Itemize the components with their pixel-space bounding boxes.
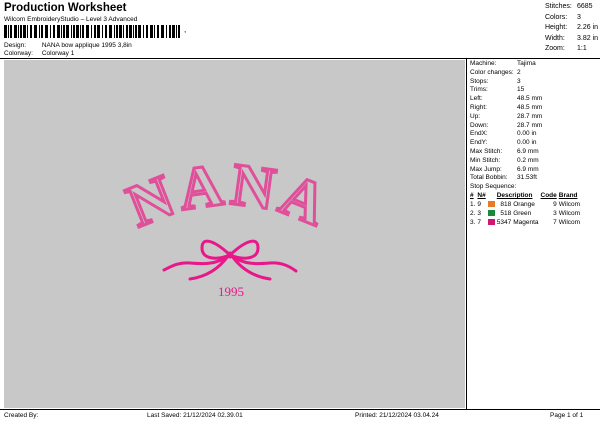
stats-panel: Stitches: 6685 Colors: 3 Height: 2.26 in Wi…	[545, 2, 598, 55]
info-value: 0.00 in	[517, 139, 537, 147]
info-value: 3	[517, 77, 521, 85]
stat-label: Width:	[545, 34, 565, 42]
col-description: Description	[496, 191, 533, 199]
info-value: 31.53ft	[517, 174, 537, 182]
info-label: Max Stitch:	[470, 147, 503, 155]
stat-label: Zoom:	[545, 45, 565, 52]
color-swatch	[487, 210, 495, 217]
row-swatch	[487, 201, 497, 210]
info-value: 6.9 mm	[517, 147, 539, 155]
panel-divider	[466, 58, 467, 409]
design-value: NANA bow applique 1995 3,8in	[41, 42, 132, 49]
row-description: Magenta	[513, 218, 539, 226]
stat-label: Height:	[545, 24, 568, 31]
info-label: Left:	[470, 95, 483, 103]
row-thread-code: 818	[500, 200, 512, 208]
row-index: 2.	[470, 209, 476, 217]
info-value: 0.2 mm	[517, 156, 539, 164]
row-thread-code: 5347	[496, 218, 512, 226]
software-subtitle: Wilcom EmbroideryStudio – Level 3 Advanc…	[4, 16, 138, 23]
table-row: 1. 9 818 Orange 9 Wilcom	[470, 201, 582, 210]
row-code: 7	[553, 218, 557, 226]
row-swatch	[487, 219, 497, 228]
worksheet-title: Production Worksheet	[4, 2, 127, 14]
row-brand: Wilcom	[558, 200, 581, 208]
info-value: 2	[517, 68, 521, 76]
barcode-mark: ,	[184, 25, 187, 34]
col-code: Code	[540, 191, 557, 199]
info-label: Stops:	[470, 77, 489, 85]
row-index: 1.	[470, 200, 476, 208]
info-label: Machine:	[470, 60, 497, 67]
stat-value: 2.26 in	[577, 24, 599, 31]
row-index: 3.	[470, 218, 476, 226]
col-brand: Brand	[558, 191, 578, 199]
info-value: 48.5 mm	[517, 95, 543, 103]
row-description: Green	[513, 209, 532, 217]
bow-knot	[226, 251, 234, 259]
col-index: #	[470, 191, 474, 199]
info-label: EndY:	[470, 139, 488, 147]
row-brand: Wilcom	[558, 209, 581, 217]
page-number: Page 1 of 1	[550, 412, 584, 419]
info-value: 28.7 mm	[517, 121, 543, 129]
info-value: 15	[517, 86, 525, 94]
info-label: EndX:	[470, 130, 488, 138]
info-label: Trims:	[470, 86, 488, 94]
stat-label: Stitches:	[545, 3, 572, 10]
stat-value: 1:1	[577, 45, 587, 52]
info-value: 6.9 mm	[517, 165, 539, 173]
info-label: Down:	[470, 121, 489, 129]
machine-info-panel: Machine: Tajima Color changes: 2 Stops: 3 T…	[470, 60, 582, 228]
table-row: 2. 3 518 Green 3 Wilcom	[470, 210, 582, 219]
info-value: Tajima	[517, 60, 536, 67]
info-value: 0.00 in	[517, 130, 537, 138]
footer-divider	[0, 409, 600, 410]
col-swatch	[488, 192, 497, 201]
design-word: NANA	[118, 151, 340, 240]
barcode	[4, 25, 180, 38]
info-value: 28.7 mm	[517, 112, 543, 120]
row-needle: 7	[477, 218, 482, 226]
row-needle: 3	[477, 209, 482, 217]
stat-value: 3	[577, 13, 581, 21]
bow-icon	[162, 239, 298, 281]
info-value: 48.5 mm	[517, 103, 543, 111]
design-label: Design:	[4, 42, 27, 49]
design-preview: NANA 1995	[4, 60, 465, 408]
info-label: Min Stitch:	[470, 156, 501, 164]
colorway-value: Colorway 1	[41, 50, 75, 57]
row-code: 9	[553, 200, 557, 208]
stat-label: Colors:	[545, 13, 568, 21]
table-row: 3. 7 5347 Magenta 7 Wilcom	[470, 219, 582, 228]
embroidery-design: NANA 1995	[117, 149, 340, 299]
color-swatch	[487, 219, 495, 226]
row-brand: Wilcom	[558, 218, 581, 226]
printed-date: Printed: 21/12/2024 03.04.24	[355, 412, 439, 419]
design-year: 1995	[218, 284, 244, 299]
design-row: Design: NANA bow applique 1995 3,8in	[4, 42, 132, 49]
row-description: Orange	[513, 200, 535, 208]
colorway-row: Colorway: Colorway 1	[4, 50, 74, 57]
row-thread-code: 518	[500, 209, 512, 217]
colorway-label: Colorway:	[4, 50, 33, 57]
row-swatch	[487, 210, 497, 219]
info-label: Max Jump:	[470, 165, 502, 173]
col-needle: N#	[477, 191, 486, 199]
color-swatch	[487, 201, 495, 208]
stop-sequence-title: Stop Sequence:	[470, 183, 517, 191]
header-divider	[0, 58, 600, 59]
stop-sequence-table: # N# Description Code Brand 1. 9 818 Ora…	[470, 192, 582, 228]
info-label: Up:	[470, 112, 481, 120]
table-header: # N# Description Code Brand	[470, 192, 582, 201]
stat-value: 6685	[577, 3, 593, 10]
stat-value: 3.82 in	[577, 34, 599, 42]
created-by: Created By:	[4, 412, 39, 419]
info-label: Right:	[470, 103, 487, 111]
last-saved: Last Saved: 21/12/2024 02.39.01	[147, 412, 243, 419]
row-code: 3	[553, 209, 557, 217]
info-label: Color changes:	[470, 68, 514, 76]
row-needle: 9	[477, 200, 482, 208]
info-label: Total Bobbin:	[470, 174, 508, 182]
